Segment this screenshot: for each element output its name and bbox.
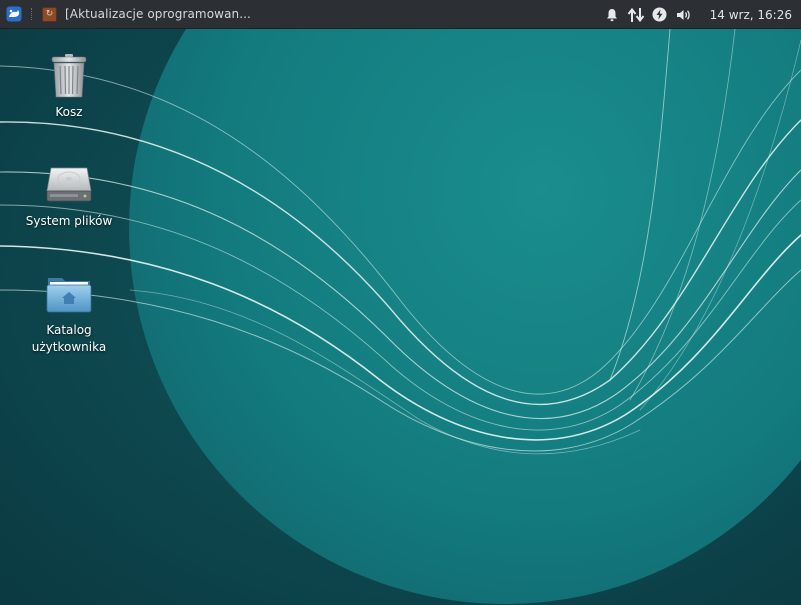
bell-icon xyxy=(606,8,617,21)
desktop-screen: ↻ [Aktualizacje oprogramowan... 14 wrz, … xyxy=(0,0,801,605)
xfce-mouse-icon xyxy=(6,6,22,22)
clock[interactable]: 14 wrz, 16:26 xyxy=(696,8,801,22)
network-arrows-icon xyxy=(627,7,644,22)
hard-drive-icon xyxy=(46,167,92,202)
power-bolt-icon xyxy=(652,7,667,22)
desktop-icon-home[interactable]: Katalog użytkownika xyxy=(19,270,119,356)
applications-menu-button[interactable] xyxy=(0,0,28,29)
wallpaper xyxy=(0,0,801,605)
desktop-icon-label: Kosz xyxy=(55,105,83,119)
desktop-icon-label: Katalog użytkownika xyxy=(31,323,107,354)
power-manager-button[interactable] xyxy=(648,0,672,29)
taskbar-item[interactable]: ↻ [Aktualizacje oprogramowan... xyxy=(36,0,257,29)
top-panel: ↻ [Aktualizacje oprogramowan... 14 wrz, … xyxy=(0,0,801,29)
panel-separator xyxy=(28,0,36,29)
volume-icon xyxy=(676,9,690,20)
home-folder-icon xyxy=(46,278,92,313)
volume-button[interactable] xyxy=(672,0,696,29)
desktop-icon-filesystem[interactable]: System plików xyxy=(19,161,119,230)
notifications-button[interactable] xyxy=(600,0,624,29)
desktop-icon-label: System plików xyxy=(25,214,113,228)
network-button[interactable] xyxy=(624,0,648,29)
system-tray: 14 wrz, 16:26 xyxy=(600,0,801,29)
taskbar-item-label: [Aktualizacje oprogramowan... xyxy=(65,7,251,21)
software-updater-icon: ↻ xyxy=(42,6,57,22)
desktop-icon-trash[interactable]: Kosz xyxy=(19,52,119,121)
trash-icon xyxy=(51,54,87,98)
